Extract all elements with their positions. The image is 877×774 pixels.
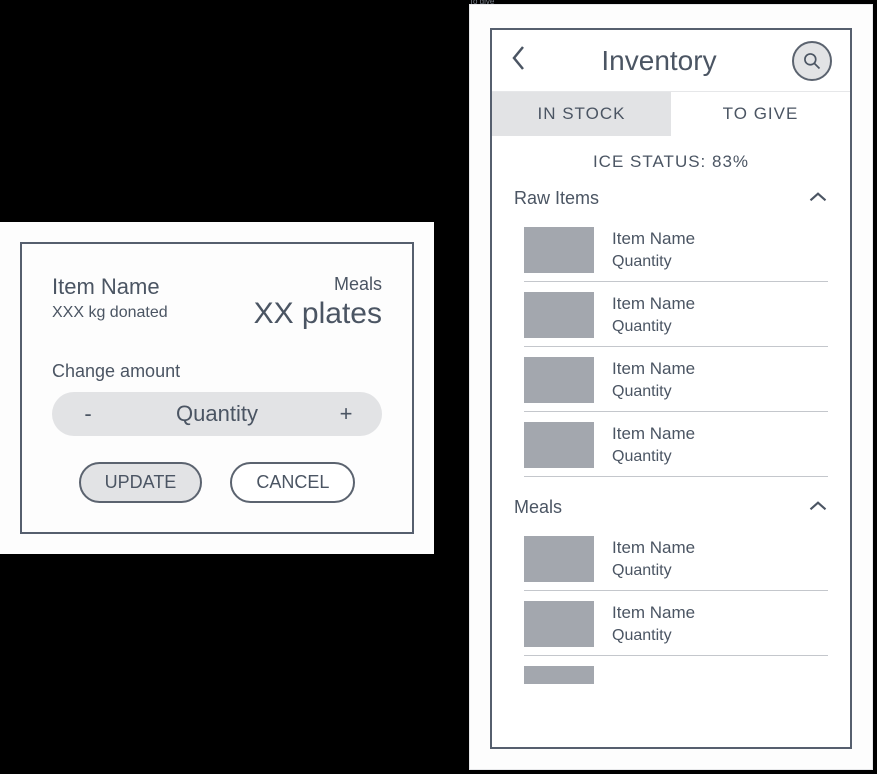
item-quantity: Quantity (612, 253, 695, 271)
increase-button[interactable]: + (336, 401, 356, 427)
chevron-up-icon (808, 497, 828, 518)
phone-header: Inventory (492, 30, 850, 92)
change-amount-label: Change amount (52, 361, 382, 382)
page-title: Inventory (601, 45, 716, 77)
chevron-left-icon (510, 44, 526, 72)
quantity-stepper[interactable]: - Quantity + (52, 392, 382, 436)
item-name: Item Name (612, 424, 695, 444)
edit-plates: XX plates (254, 297, 382, 331)
section-raw-items[interactable]: Raw Items (514, 182, 828, 217)
item-thumbnail (524, 601, 594, 647)
item-name: Item Name (612, 294, 695, 314)
item-thumbnail (524, 422, 594, 468)
edit-card-container: Item Name XXX kg donated Meals XX plates… (0, 222, 434, 554)
back-button[interactable] (510, 44, 526, 77)
section-meals-title: Meals (514, 497, 562, 518)
item-thumbnail (524, 357, 594, 403)
list-item[interactable]: Item Name Quantity (524, 217, 828, 282)
section-meals[interactable]: Meals (514, 491, 828, 526)
list-item[interactable]: Item Name Quantity (524, 526, 828, 591)
item-quantity: Quantity (612, 562, 695, 580)
item-name: Item Name (612, 229, 695, 249)
tab-in-stock[interactable]: IN STOCK (492, 92, 671, 136)
item-thumbnail (524, 666, 594, 684)
edit-item-name: Item Name (52, 274, 168, 300)
list-item[interactable]: Item Name Quantity (524, 591, 828, 656)
item-thumbnail (524, 227, 594, 273)
section-raw-items-title: Raw Items (514, 188, 599, 209)
phone-screen: Inventory IN STOCK TO GIVE ICE STATUS: 8… (490, 28, 852, 749)
item-quantity: Quantity (612, 383, 695, 401)
ice-status: ICE STATUS: 83% (492, 136, 850, 182)
search-button[interactable] (792, 41, 832, 81)
item-quantity: Quantity (612, 448, 695, 466)
item-name: Item Name (612, 603, 695, 623)
item-name: Item Name (612, 359, 695, 379)
search-icon (802, 51, 822, 71)
phone-tabs: IN STOCK TO GIVE (492, 92, 850, 136)
decrease-button[interactable]: - (78, 401, 98, 427)
item-name: Item Name (612, 538, 695, 558)
update-button[interactable]: UPDATE (79, 462, 203, 503)
edit-meals-label: Meals (254, 274, 382, 295)
edit-donated: XXX kg donated (52, 304, 168, 322)
item-thumbnail (524, 292, 594, 338)
item-quantity: Quantity (612, 627, 695, 645)
phone-frame: Inventory IN STOCK TO GIVE ICE STATUS: 8… (469, 4, 873, 770)
list-item[interactable]: Item Name Quantity (524, 347, 828, 412)
list-item[interactable]: Item Name Quantity (524, 282, 828, 347)
edit-card: Item Name XXX kg donated Meals XX plates… (20, 242, 414, 534)
cancel-button[interactable]: CANCEL (230, 462, 355, 503)
item-thumbnail (524, 536, 594, 582)
list-item[interactable]: Item Name Quantity (524, 412, 828, 477)
list-item[interactable] (524, 656, 828, 684)
chevron-up-icon (808, 188, 828, 209)
quantity-value: Quantity (176, 401, 258, 427)
tab-to-give[interactable]: TO GIVE (671, 92, 850, 136)
item-quantity: Quantity (612, 318, 695, 336)
